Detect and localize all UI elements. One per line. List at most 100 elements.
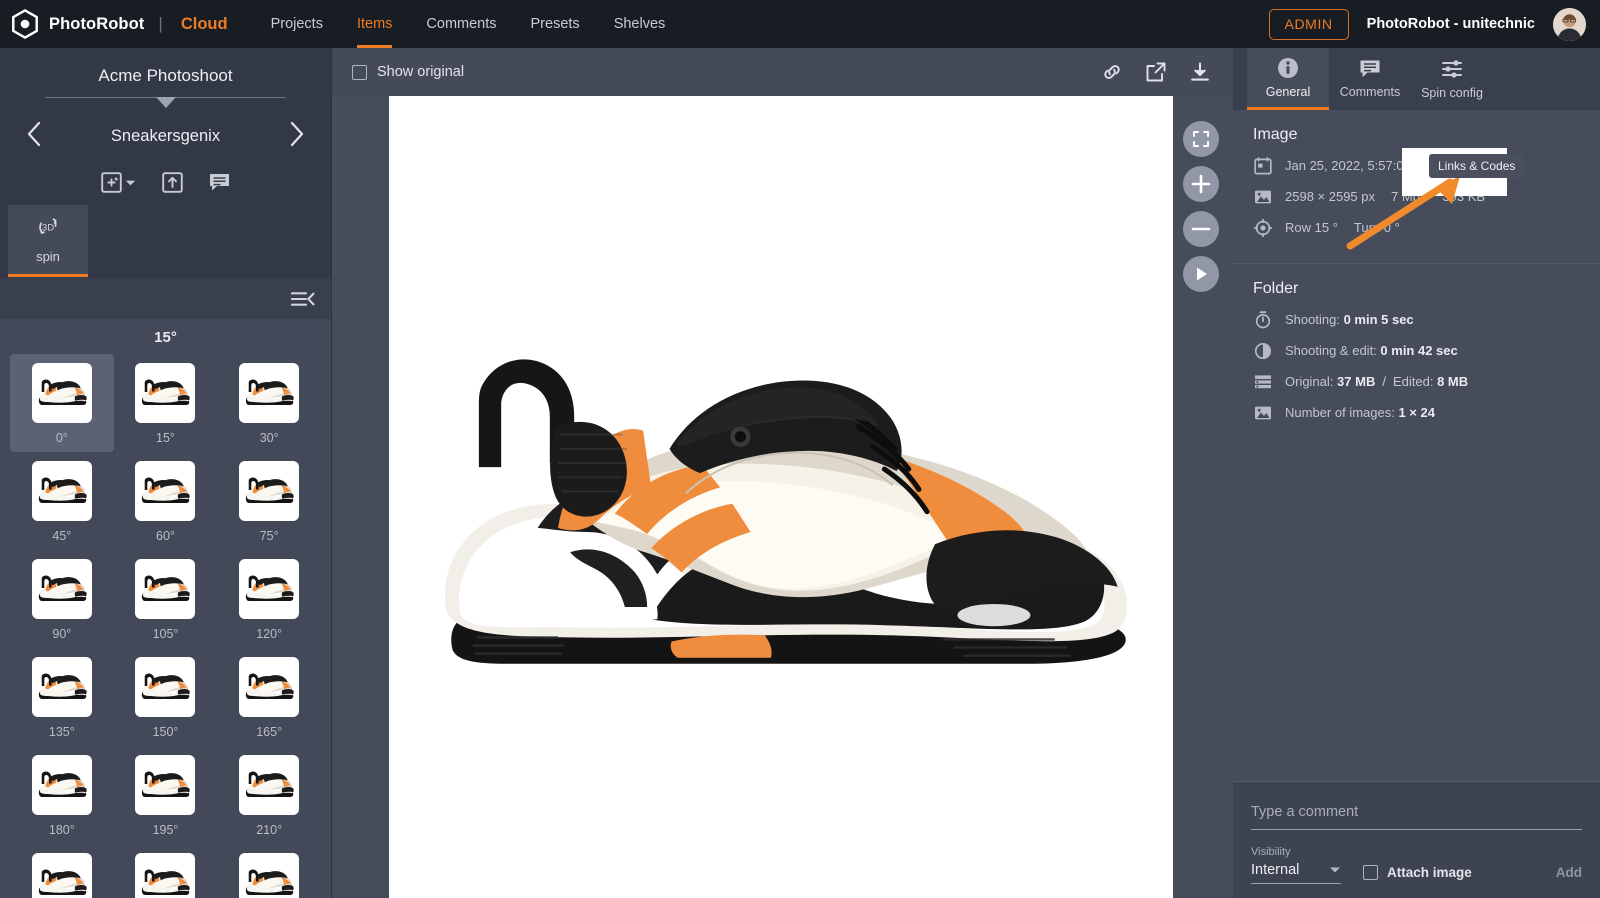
thumbnail-225deg[interactable]: 225° bbox=[10, 844, 114, 898]
fit-to-screen-button[interactable] bbox=[1183, 121, 1219, 157]
collapse-panel-button[interactable] bbox=[291, 291, 315, 307]
thumbnail-60deg[interactable]: 60° bbox=[114, 452, 218, 550]
thumbnail-120deg[interactable]: 120° bbox=[217, 550, 321, 648]
thumbnail-75deg[interactable]: 75° bbox=[217, 452, 321, 550]
comment-composer: Visibility Internal Attach image Add bbox=[1233, 781, 1600, 898]
tab-general-label: General bbox=[1265, 84, 1311, 99]
comment-input[interactable] bbox=[1251, 802, 1582, 830]
visibility-group: Visibility Internal bbox=[1251, 846, 1341, 884]
thumbnail-210deg[interactable]: 210° bbox=[217, 746, 321, 844]
nav-item-projects[interactable]: Projects bbox=[254, 0, 340, 48]
half-clock-icon bbox=[1253, 341, 1272, 360]
chevron-right-icon bbox=[290, 121, 304, 147]
prev-item-button[interactable] bbox=[18, 117, 50, 156]
brand-logo[interactable]: PhotoRobot | Cloud bbox=[10, 9, 228, 39]
thumbnail-angle-label: 150° bbox=[152, 725, 179, 739]
project-dropdown-divider[interactable] bbox=[45, 97, 286, 109]
thumbnail-angle-label: 15° bbox=[156, 431, 175, 445]
upload-button[interactable] bbox=[162, 172, 183, 193]
viewer-toolbar-icons bbox=[1101, 61, 1211, 83]
folder-info-section: Folder Shooting: 0 min 5 sec Shooting & … bbox=[1233, 263, 1600, 448]
thumbnail-image bbox=[239, 559, 300, 619]
visibility-label: Visibility bbox=[1251, 846, 1291, 858]
thumbnail-150deg[interactable]: 150° bbox=[114, 648, 218, 746]
thumbnail-angle-label: 135° bbox=[48, 725, 75, 739]
thumbnail-45deg[interactable]: 45° bbox=[10, 452, 114, 550]
thumbnail-105deg[interactable]: 105° bbox=[114, 550, 218, 648]
thumbnail-135deg[interactable]: 135° bbox=[10, 648, 114, 746]
image-canvas[interactable]: Links & Codes bbox=[332, 96, 1525, 898]
chevron-down-icon bbox=[125, 180, 136, 185]
image-section-heading: Image bbox=[1253, 126, 1298, 143]
role-badge-admin[interactable]: ADMIN bbox=[1268, 8, 1349, 40]
thumbnail-180deg[interactable]: 180° bbox=[10, 746, 114, 844]
nav-item-shelves[interactable]: Shelves bbox=[597, 0, 683, 48]
thumbnail-grid: 0° 15° 30° 45° 60° 75° 90° 105° 120° 135… bbox=[0, 354, 331, 898]
links-and-codes-button[interactable] bbox=[1101, 61, 1123, 83]
folder-edit-value: 0 min 42 sec bbox=[1380, 343, 1458, 358]
zoom-in-icon bbox=[1191, 174, 1211, 194]
info-icon bbox=[1278, 57, 1298, 78]
sidebar-toolbar bbox=[0, 277, 331, 319]
show-original-label: Show original bbox=[377, 64, 465, 80]
download-button[interactable] bbox=[1189, 61, 1211, 83]
open-external-icon bbox=[1146, 62, 1166, 82]
add-item-button[interactable] bbox=[101, 172, 136, 193]
checkbox-box-icon bbox=[352, 64, 367, 80]
image-row-angle: Row 15 ° bbox=[1285, 220, 1338, 235]
svg-text:3D: 3D bbox=[42, 222, 54, 233]
folder-original-label: Original: bbox=[1285, 374, 1334, 389]
item-navigator: Sneakersgenix bbox=[0, 109, 331, 158]
comments-button[interactable] bbox=[209, 173, 230, 192]
play-spin-button[interactable] bbox=[1183, 256, 1219, 292]
chevron-down-icon bbox=[1330, 867, 1340, 873]
tab-spin-config[interactable]: Spin config bbox=[1411, 48, 1493, 110]
thumbnail-image bbox=[31, 559, 92, 619]
tab-spin-config-label: Spin config bbox=[1421, 86, 1483, 100]
3d-spin-icon: 3D bbox=[39, 217, 57, 234]
show-original-checkbox[interactable]: Show original bbox=[352, 64, 464, 80]
fit-to-screen-icon bbox=[1193, 131, 1209, 147]
next-item-button[interactable] bbox=[281, 117, 313, 156]
nav-item-presets[interactable]: Presets bbox=[514, 0, 597, 48]
open-external-button[interactable] bbox=[1145, 61, 1167, 83]
link-icon bbox=[1104, 65, 1120, 79]
image-turn-angle: Turn 0 ° bbox=[1353, 220, 1400, 235]
visibility-select[interactable]: Internal bbox=[1251, 862, 1341, 884]
thumbnail-255deg[interactable]: 255° bbox=[217, 844, 321, 898]
sidebar-header: Acme Photoshoot Sneakersgenix 3D spin bbox=[0, 48, 331, 277]
thumbnail-165deg[interactable]: 165° bbox=[217, 648, 321, 746]
thumbnail-240deg[interactable]: 240° bbox=[114, 844, 218, 898]
photo-stage[interactable] bbox=[389, 96, 1173, 898]
nav-item-items[interactable]: Items bbox=[340, 0, 409, 48]
photorobot-hex-logo-icon bbox=[12, 9, 38, 39]
sidebar-tab-spin[interactable]: 3D spin bbox=[8, 205, 88, 277]
thumbnail-panel: 15° 0° 15° 30° 45° 60° 75° 90° 105° 120°… bbox=[0, 319, 331, 898]
thumbnail-image bbox=[31, 853, 92, 898]
nav-item-comments[interactable]: Comments bbox=[409, 0, 513, 48]
thumbnail-195deg[interactable]: 195° bbox=[114, 746, 218, 844]
thumbnail-angle-label: 45° bbox=[52, 529, 72, 543]
thumbnail-angle-label: 105° bbox=[152, 627, 179, 641]
upload-icon bbox=[162, 172, 183, 193]
add-comment-button[interactable]: Add bbox=[1556, 865, 1582, 880]
viewer-controls bbox=[1183, 121, 1219, 292]
thumbnail-30deg[interactable]: 30° bbox=[217, 354, 321, 452]
left-sidebar: Acme Photoshoot Sneakersgenix 3D spin 15… bbox=[0, 48, 332, 898]
image-icon bbox=[1253, 187, 1272, 206]
thumbnail-0deg[interactable]: 0° bbox=[10, 354, 114, 452]
thumbnail-90deg[interactable]: 90° bbox=[10, 550, 114, 648]
thumbnail-image bbox=[135, 559, 196, 619]
zoom-out-button[interactable] bbox=[1183, 211, 1219, 247]
tab-comments[interactable]: Comments bbox=[1329, 48, 1411, 110]
thumbnail-angle-label: 0° bbox=[55, 431, 68, 445]
brand-divider: | bbox=[158, 14, 163, 33]
image-position-row: Row 15 ° Turn 0 ° bbox=[1253, 218, 1580, 237]
attach-image-checkbox[interactable]: Attach image bbox=[1363, 865, 1472, 880]
tab-general[interactable]: General bbox=[1247, 48, 1329, 110]
thumbnail-image bbox=[135, 755, 196, 815]
avatar[interactable] bbox=[1553, 7, 1586, 41]
zoom-in-button[interactable] bbox=[1183, 166, 1219, 202]
header-right-group: ADMIN PhotoRobot - unitechnic bbox=[1268, 7, 1586, 41]
thumbnail-15deg[interactable]: 15° bbox=[114, 354, 218, 452]
